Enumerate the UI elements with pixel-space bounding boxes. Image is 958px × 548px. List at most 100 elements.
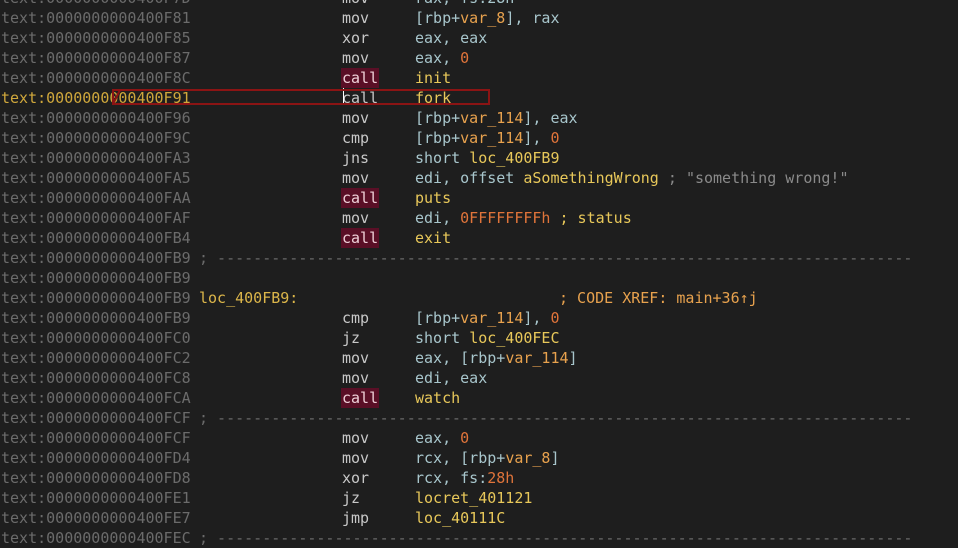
code-line[interactable]: text:0000000000400F9C cmp [rbp+var_114], 0 xyxy=(0,128,958,148)
operands: [rbp+var_114], eax xyxy=(415,108,578,128)
operand-token[interactable]: var_114 xyxy=(460,129,523,147)
operand-token[interactable]: var_8 xyxy=(505,449,550,467)
operand-token[interactable]: var_114 xyxy=(505,349,568,367)
operand-token[interactable]: fork xyxy=(415,89,451,107)
operand-token: short xyxy=(415,149,470,167)
text-cursor xyxy=(343,88,344,103)
code-line[interactable]: text:0000000000400FB9 ; -----------------… xyxy=(0,248,958,268)
operand-token[interactable]: loc_400FEC xyxy=(469,329,559,347)
address-text: text:0000000000400FD4 xyxy=(1,449,191,467)
operand-token: rax, fs:28h xyxy=(415,0,514,7)
operand-token[interactable]: puts xyxy=(415,189,451,207)
operand-token: ; xyxy=(658,169,686,187)
address-text: text:0000000000400F81 xyxy=(1,9,191,27)
address-text: text:0000000000400FE7 xyxy=(1,509,191,527)
code-line[interactable]: text:0000000000400F87 mov eax, 0 xyxy=(0,48,958,68)
operand-token: [rbp+ xyxy=(415,9,461,27)
operand-token: ], xyxy=(523,129,551,147)
address-text: text:0000000000400F8C xyxy=(1,69,191,87)
code-line[interactable]: text:0000000000400FB9 xyxy=(0,268,958,288)
operand-token[interactable]: ; status xyxy=(550,209,631,227)
address-text: text:0000000000400FB4 xyxy=(1,229,191,247)
operand-token[interactable]: var_8 xyxy=(460,9,505,27)
operand-token[interactable]: exit xyxy=(415,229,451,247)
operand-token: ] xyxy=(550,449,560,467)
mnemonic: mov xyxy=(342,49,370,67)
operand-token[interactable]: loc_40111C xyxy=(415,509,505,527)
operands: short loc_400FB9 xyxy=(415,148,560,168)
code-line[interactable]: text:0000000000400FA5 mov edi, offset aSom… xyxy=(0,168,958,188)
code-line[interactable]: text:0000000000400F81 mov [rbp+var_8], rax xyxy=(0,8,958,28)
mnemonic: xor xyxy=(342,29,370,47)
code-line[interactable]: text:0000000000400F7D mov rax, fs:28h xyxy=(0,0,958,8)
address-text: text:0000000000400F7D xyxy=(1,0,191,8)
code-line[interactable]: text:0000000000400FAF mov edi, 0FFFFFFFFh … xyxy=(0,208,958,228)
operand-token: ], xyxy=(523,309,551,327)
code-line[interactable]: text:0000000000400FB9 loc_400FB9: ; CODE X… xyxy=(0,288,958,308)
code-line[interactable]: text:0000000000400FCA call watch xyxy=(0,388,958,408)
operand-token: rcx, [rbp+ xyxy=(415,449,506,467)
address-text: text:0000000000400FB9 xyxy=(1,289,191,307)
operand-token: 0 xyxy=(550,309,560,327)
operand-token[interactable]: watch xyxy=(415,389,460,407)
operand-token[interactable]: var_114 xyxy=(460,109,523,127)
code-label[interactable]: loc_400FB9: xyxy=(199,288,298,308)
mnemonic: mov xyxy=(342,0,369,8)
mnemonic: call xyxy=(341,388,380,408)
mnemonic: mov xyxy=(342,109,370,127)
code-line[interactable]: text:0000000000400FE7 jmp loc_40111C xyxy=(0,508,958,528)
operand-token[interactable]: locret_401121 xyxy=(415,489,532,507)
operand-token: eax, xyxy=(415,49,461,67)
code-line[interactable]: text:0000000000400F96 mov [rbp+var_114], e… xyxy=(0,108,958,128)
code-line[interactable]: text:0000000000400F91 call fork xyxy=(0,88,958,108)
operand-token[interactable]: aSomethingWrong xyxy=(523,169,658,187)
address-text: text:0000000000400FEC xyxy=(1,529,191,547)
operand-token[interactable]: var_114 xyxy=(460,309,523,327)
mnemonic: xor xyxy=(342,469,370,487)
code-line[interactable]: text:0000000000400FB4 call exit xyxy=(0,228,958,248)
code-line[interactable]: text:0000000000400FCF ; -----------------… xyxy=(0,408,958,428)
code-line[interactable]: text:0000000000400FD8 xor rcx, fs:28h xyxy=(0,468,958,488)
operands: rcx, fs:28h xyxy=(415,468,514,488)
operand-token: ], rax xyxy=(505,9,560,27)
mnemonic: jz xyxy=(342,329,361,347)
mnemonic: call xyxy=(341,68,380,88)
separator-comment: ; --------------------------------------… xyxy=(199,409,913,427)
code-line[interactable]: text:0000000000400FB9 cmp [rbp+var_114], 0 xyxy=(0,308,958,328)
address-text: text:0000000000400FCF xyxy=(1,409,191,427)
operand-token: [rbp+ xyxy=(415,109,461,127)
operand-token: eax, [rbp+ xyxy=(415,349,506,367)
mnemonic: cmp xyxy=(342,309,370,327)
disassembly-listing[interactable]: text:0000000000400F7Dmovrax, fs:28htext:… xyxy=(0,0,958,548)
operands: [rbp+var_114], 0 xyxy=(415,128,560,148)
operands: locret_401121 xyxy=(415,488,532,508)
mnemonic: jmp xyxy=(342,509,370,527)
code-line[interactable]: text:0000000000400FEC ; -----------------… xyxy=(0,528,958,548)
operand-token[interactable]: init xyxy=(415,69,451,87)
operands: [rbp+var_8], rax xyxy=(415,8,560,28)
operand-token: [rbp+ xyxy=(415,129,461,147)
operands: eax, [rbp+var_114] xyxy=(415,348,578,368)
code-line[interactable]: text:0000000000400FC8 mov edi, eax xyxy=(0,368,958,388)
mnemonic: mov xyxy=(342,349,370,367)
operands: [rbp+var_114], 0 xyxy=(415,308,560,328)
address-text: text:0000000000400F91 xyxy=(1,89,191,107)
separator-comment: ; --------------------------------------… xyxy=(199,249,913,267)
operands: rcx, [rbp+var_8] xyxy=(415,448,560,468)
code-line[interactable]: text:0000000000400FCF mov eax, 0 xyxy=(0,428,958,448)
code-line[interactable]: text:0000000000400FAA call puts xyxy=(0,188,958,208)
code-line[interactable]: text:0000000000400F85 xor eax, eax xyxy=(0,28,958,48)
mnemonic: mov xyxy=(342,169,370,187)
code-line[interactable]: text:0000000000400F8C call init xyxy=(0,68,958,88)
code-line[interactable]: text:0000000000400FD4 mov rcx, [rbp+var_8] xyxy=(0,448,958,468)
operands: fork xyxy=(415,88,451,108)
code-line[interactable]: text:0000000000400FC0 jz short loc_400FEC xyxy=(0,328,958,348)
code-line[interactable]: text:0000000000400FC2 mov eax, [rbp+var_11… xyxy=(0,348,958,368)
operands: eax, 0 xyxy=(415,48,469,68)
operand-token[interactable]: loc_400FB9 xyxy=(469,149,559,167)
code-line[interactable]: text:0000000000400FA3 jns short loc_400FB9 xyxy=(0,148,958,168)
operands: puts xyxy=(415,188,451,208)
address-text: text:0000000000400FD8 xyxy=(1,469,191,487)
xref-comment[interactable]: ; CODE XREF: main+36↑j xyxy=(559,288,758,308)
code-line[interactable]: text:0000000000400FE1 jz locret_401121 xyxy=(0,488,958,508)
